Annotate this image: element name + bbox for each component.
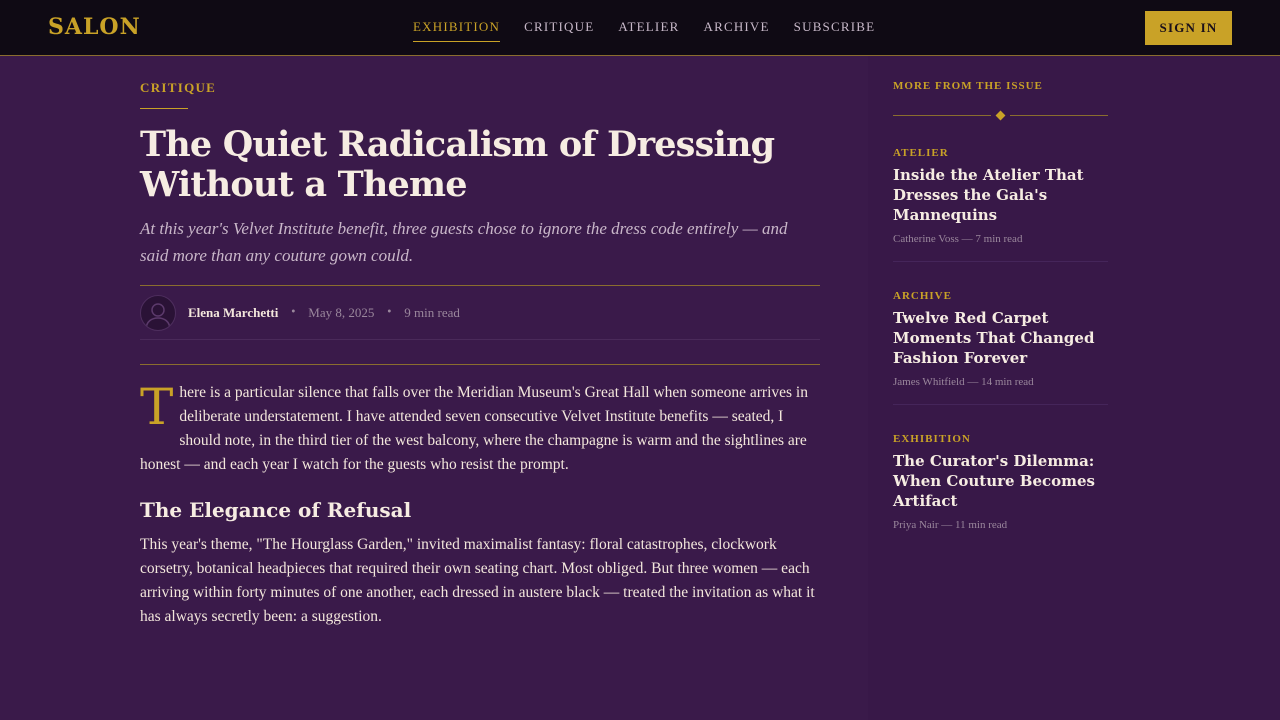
user-silhouette-icon [145, 302, 171, 330]
related-article-category[interactable]: ATELIER [893, 147, 1108, 159]
nav-atelier[interactable]: ATELIER [618, 19, 679, 42]
article-paragraph: There is a particular silence that falls… [140, 381, 820, 477]
related-article-title[interactable]: Twelve Red Carpet Moments That Changed F… [893, 308, 1108, 368]
site-logo[interactable]: SALON [48, 14, 141, 40]
separator-dot: • [290, 307, 297, 318]
related-article-card[interactable]: ATELIER Inside the Atelier That Dresses … [893, 147, 1108, 262]
nav-subscribe[interactable]: SUBSCRIBE [794, 19, 876, 42]
article: CRITIQUE The Quiet Radicalism of Dressin… [140, 80, 820, 629]
related-article-category[interactable]: ARCHIVE [893, 290, 1108, 302]
article-dek: At this year's Velvet Institute benefit,… [140, 219, 788, 265]
section-heading: The Elegance of Refusal [140, 498, 412, 522]
ornament-line [893, 115, 991, 116]
sidebar-heading: MORE FROM THE ISSUE [893, 80, 1043, 92]
nav-exhibition[interactable]: EXHIBITION [413, 19, 501, 42]
nav-archive[interactable]: ARCHIVE [703, 19, 769, 42]
author-avatar[interactable] [140, 294, 176, 331]
article-paragraph: This year's theme, "The Hourglass Garden… [140, 536, 815, 625]
related-article-category[interactable]: EXHIBITION [893, 433, 1108, 445]
related-article-title[interactable]: The Curator's Dilemma: When Couture Beco… [893, 451, 1108, 511]
ornament-divider [893, 110, 1108, 121]
related-article-title[interactable]: Inside the Atelier That Dresses the Gala… [893, 165, 1108, 225]
sign-in-button[interactable]: SIGN IN [1145, 11, 1232, 45]
diamond-icon [995, 110, 1006, 121]
separator-dot: • [386, 307, 393, 318]
ornament-line [1010, 115, 1108, 116]
nav-critique[interactable]: CRITIQUE [524, 19, 594, 42]
byline: Elena Marchetti • May 8, 2025 • 9 min re… [140, 286, 820, 340]
sidebar-more-from-issue: MORE FROM THE ISSUE ATELIER Inside the A… [893, 80, 1108, 547]
kicker-divider [140, 108, 188, 109]
related-article-meta: James Whitfield — 14 min read [893, 376, 1034, 388]
main-nav: EXHIBITION CRITIQUE ATELIER ARCHIVE SUBS… [413, 19, 875, 42]
top-navigation-bar: SALON EXHIBITION CRITIQUE ATELIER ARCHIV… [0, 0, 1280, 56]
article-category[interactable]: CRITIQUE [140, 80, 820, 96]
article-title: The Quiet Radicalism of Dressing Without… [140, 124, 775, 205]
related-article-meta: Catherine Voss — 7 min read [893, 233, 1023, 245]
paragraph-text: here is a particular silence that falls … [140, 384, 808, 473]
author-name[interactable]: Elena Marchetti [188, 305, 278, 321]
read-time: 9 min read [404, 304, 460, 320]
related-article-card[interactable]: EXHIBITION The Curator's Dilemma: When C… [893, 433, 1108, 547]
publish-date: May 8, 2025 [308, 304, 375, 320]
body-divider [140, 364, 820, 365]
related-article-card[interactable]: ARCHIVE Twelve Red Carpet Moments That C… [893, 290, 1108, 405]
related-article-meta: Priya Nair — 11 min read [893, 519, 1008, 531]
drop-cap: T [140, 378, 174, 436]
